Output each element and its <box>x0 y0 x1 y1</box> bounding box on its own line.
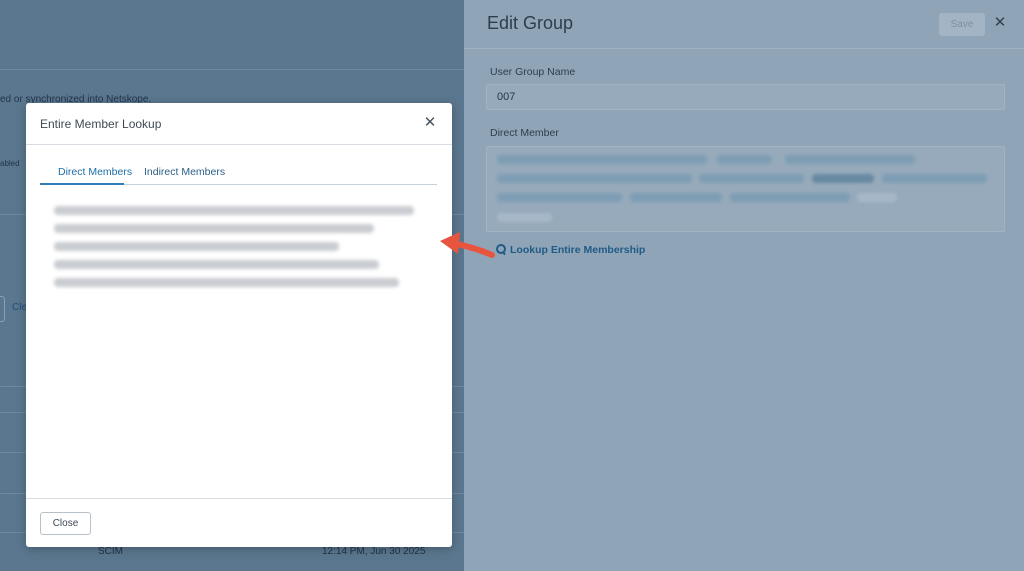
annotation-arrow-icon <box>440 232 495 258</box>
close-button[interactable]: Close <box>40 512 91 535</box>
modal-title: Entire Member Lookup <box>40 117 162 131</box>
table-cell-source: SCIM <box>98 546 123 557</box>
modal-header: Entire Member Lookup ✕ <box>26 103 452 145</box>
tab-direct-members[interactable]: Direct Members <box>58 166 132 178</box>
member-tag <box>882 174 987 183</box>
background-link: Cle <box>12 302 28 313</box>
background-button <box>0 296 5 322</box>
entire-member-lookup-modal: Entire Member Lookup ✕ Direct Members In… <box>26 103 452 547</box>
member-tag <box>497 193 622 202</box>
list-item <box>54 278 399 287</box>
table-cell-timestamp: 12:14 PM, Jun 30 2025 <box>322 546 426 557</box>
active-tab-indicator <box>40 183 124 185</box>
member-tag <box>630 193 722 202</box>
member-tag <box>497 155 707 164</box>
drawer-header: Edit Group Save ✕ <box>464 0 1024 49</box>
list-item <box>54 260 379 269</box>
member-tag <box>730 193 850 202</box>
list-item <box>54 242 339 251</box>
member-input-placeholder <box>497 213 552 222</box>
group-name-input[interactable]: 007 <box>486 84 1005 110</box>
list-item <box>54 224 374 233</box>
member-tag <box>699 174 804 183</box>
search-icon <box>496 244 507 255</box>
member-tag <box>497 174 692 183</box>
divider <box>0 69 464 70</box>
member-tabs: Direct Members Indirect Members <box>40 161 437 185</box>
member-tag <box>812 174 874 183</box>
member-tag <box>785 155 915 164</box>
direct-member-tag-input[interactable] <box>486 146 1005 232</box>
background-status-label: abled <box>0 159 20 168</box>
save-button[interactable]: Save <box>939 13 985 36</box>
modal-footer: Close <box>26 498 452 547</box>
lookup-entire-membership-link[interactable]: Lookup Entire Membership <box>496 244 645 256</box>
edit-group-drawer: Edit Group Save ✕ User Group Name 007 Di… <box>464 0 1024 571</box>
close-icon[interactable]: ✕ <box>422 114 438 132</box>
tab-indirect-members[interactable]: Indirect Members <box>144 166 225 178</box>
drawer-title: Edit Group <box>487 13 574 33</box>
list-item <box>54 206 414 215</box>
member-tag <box>717 155 772 164</box>
member-tag <box>857 193 897 202</box>
close-icon[interactable]: ✕ <box>992 14 1008 32</box>
lookup-link-label: Lookup Entire Membership <box>510 244 646 256</box>
direct-member-label: Direct Member <box>490 127 559 139</box>
group-name-label: User Group Name <box>490 66 576 78</box>
